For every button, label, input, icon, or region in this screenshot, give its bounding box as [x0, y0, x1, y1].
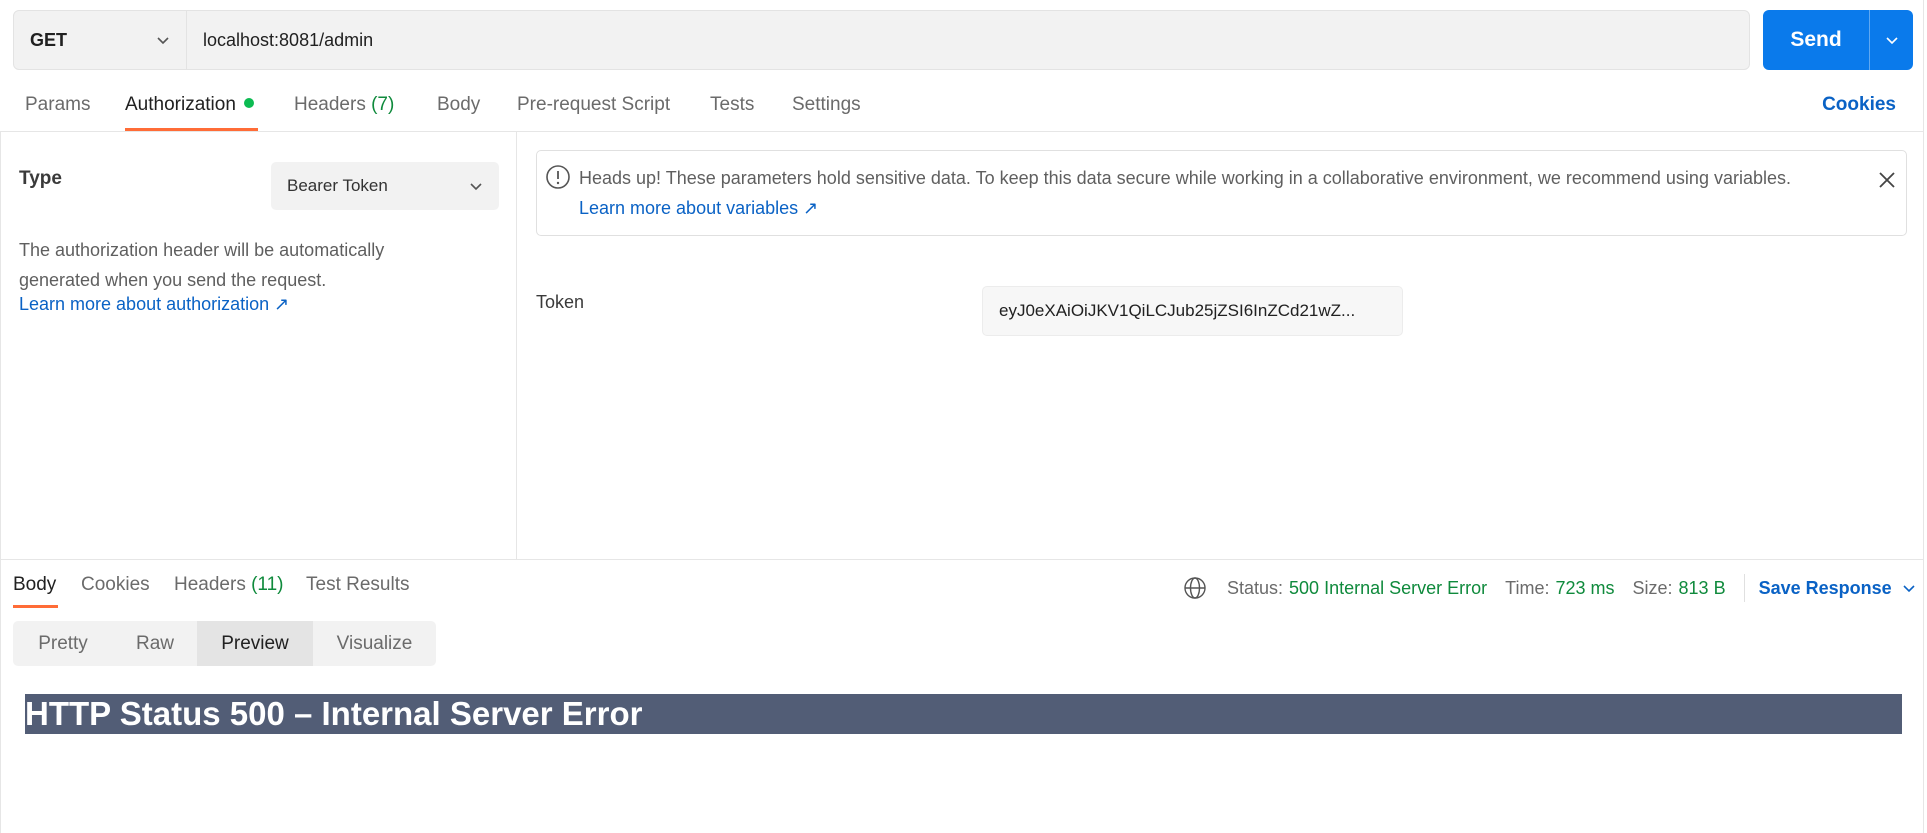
- response-meta: Status: 500 Internal Server Error Time: …: [1183, 574, 1916, 602]
- chevron-down-icon: [470, 183, 482, 191]
- preview-error-heading: HTTP Status 500 – Internal Server Error: [25, 694, 1902, 734]
- tab-headers[interactable]: Headers (7): [294, 94, 394, 116]
- resp-tab-headers-label: Headers: [174, 574, 246, 595]
- size-key: Size:: [1632, 577, 1673, 598]
- response-divider[interactable]: [0, 559, 1923, 560]
- send-label: Send: [1790, 28, 1842, 51]
- request-tabs: Params Authorization Headers (7) Body Pr…: [0, 86, 1923, 132]
- status-dot-icon: [243, 98, 254, 108]
- resp-tab-headers[interactable]: Headers (11): [174, 574, 284, 596]
- type-label: Type: [19, 168, 62, 189]
- notice-body: Heads up! These parameters hold sensitiv…: [579, 168, 1791, 188]
- token-label: Token: [536, 292, 585, 312]
- active-resp-tab-indicator: [13, 605, 58, 608]
- time-key: Time:: [1505, 577, 1550, 598]
- resp-tab-body[interactable]: Body: [13, 574, 56, 596]
- auth-type-panel: Type Bearer Token The authorization head…: [0, 132, 517, 559]
- chevron-down-icon[interactable]: [1902, 581, 1916, 595]
- resp-tab-cookies[interactable]: Cookies: [81, 574, 150, 596]
- tab-params[interactable]: Params: [25, 94, 90, 116]
- status-key: Status:: [1227, 577, 1284, 598]
- notice-text: Heads up! These parameters hold sensitiv…: [579, 163, 1819, 223]
- token-input[interactable]: eyJ0eXAiOiJKV1QiLCJub25jZSI6InZCd21wZ...: [982, 286, 1403, 336]
- send-button[interactable]: Send: [1763, 10, 1913, 70]
- save-response-button[interactable]: Save Response: [1759, 578, 1892, 599]
- info-icon: [546, 165, 570, 189]
- chevron-down-icon: [1885, 37, 1898, 45]
- auth-description: The authorization header will be automat…: [19, 240, 385, 290]
- tab-authorization[interactable]: Authorization: [125, 94, 254, 116]
- tab-tests[interactable]: Tests: [710, 94, 754, 116]
- tab-body[interactable]: Body: [437, 94, 480, 116]
- meta-divider: [1743, 574, 1745, 602]
- request-bar: GET localhost:8081/admin: [13, 10, 1750, 70]
- view-pretty[interactable]: Pretty: [13, 621, 113, 666]
- window-right-border: [1923, 0, 1924, 833]
- send-options-button[interactable]: [1870, 33, 1913, 47]
- active-tab-indicator: [125, 128, 258, 131]
- view-visualize[interactable]: Visualize: [313, 621, 436, 666]
- auth-type-select[interactable]: Bearer Token: [271, 162, 499, 210]
- time-value[interactable]: 723 ms: [1555, 578, 1614, 599]
- learn-more-authorization-link[interactable]: Learn more about authorization ↗: [19, 294, 289, 315]
- url-input[interactable]: localhost:8081/admin: [187, 30, 373, 51]
- resp-tab-test-results[interactable]: Test Results: [306, 574, 409, 596]
- view-raw[interactable]: Raw: [113, 621, 197, 666]
- sensitive-data-notice: Heads up! These parameters hold sensitiv…: [536, 150, 1907, 236]
- auth-type-value: Bearer Token: [287, 176, 388, 195]
- view-preview[interactable]: Preview: [197, 621, 313, 666]
- tab-pre-request-script[interactable]: Pre-request Script: [517, 94, 670, 116]
- globe-icon[interactable]: [1183, 576, 1207, 600]
- tab-headers-label: Headers: [294, 94, 366, 115]
- resp-tab-headers-count: (11): [251, 574, 284, 595]
- tab-authorization-label: Authorization: [125, 94, 236, 115]
- size-value[interactable]: 813 B: [1679, 578, 1726, 599]
- learn-more-variables-link[interactable]: Learn more about variables ↗: [579, 198, 818, 218]
- method-select[interactable]: GET: [14, 11, 187, 69]
- token-value: eyJ0eXAiOiJKV1QiLCJub25jZSI6InZCd21wZ...: [999, 301, 1356, 320]
- view-mode-selector: Pretty Raw Preview Visualize: [13, 621, 436, 666]
- tab-headers-count: (7): [371, 94, 395, 115]
- close-icon[interactable]: [1876, 169, 1898, 191]
- chevron-down-icon: [157, 37, 169, 45]
- status-value[interactable]: 500 Internal Server Error: [1289, 578, 1487, 599]
- method-label: GET: [30, 29, 68, 50]
- cookies-link[interactable]: Cookies: [1822, 94, 1896, 116]
- tab-settings[interactable]: Settings: [792, 94, 861, 116]
